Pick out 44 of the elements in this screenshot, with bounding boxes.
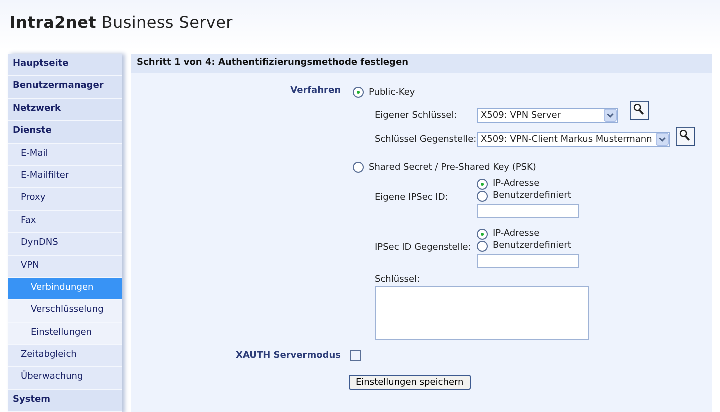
sidebar-item[interactable]: System (8, 390, 122, 412)
search-icon[interactable] (630, 101, 649, 120)
sidebar-item[interactable]: E-Mailfilter (8, 166, 122, 188)
select-dropdown[interactable]: X509: VPN Server (477, 108, 618, 123)
sidebar-item[interactable]: Überwachung (8, 367, 122, 390)
field-label: Eigener Schlüssel: (375, 110, 458, 120)
input-field[interactable] (477, 204, 579, 218)
radio-label: IP-Adresse (493, 229, 540, 239)
search-icon[interactable] (676, 127, 695, 146)
sidebar-item[interactable]: Hauptseite (8, 54, 122, 76)
step-title: Schritt 1 von 4: Authentifizierungsmethode festlegen (131, 54, 712, 73)
brand-title: Intra2net Business Server (10, 13, 233, 32)
radio-button[interactable] (353, 87, 364, 98)
radio-button[interactable] (477, 190, 488, 202)
xauth-label: XAUTH Servermodus (235, 350, 342, 360)
radio-button[interactable] (477, 178, 488, 190)
field-label: Eigene IPSec ID: (375, 193, 450, 203)
input-field[interactable] (477, 254, 579, 268)
method-label: Verfahren (290, 86, 342, 98)
sidebar-item[interactable]: E-Mail (8, 144, 122, 166)
checkbox[interactable] (350, 350, 361, 361)
sidebar-item[interactable]: Einstellungen (8, 322, 122, 346)
radio-button[interactable] (477, 240, 488, 252)
sidebar-item[interactable]: DynDNS (8, 233, 122, 256)
radio-label: Benutzerdefiniert (493, 241, 572, 251)
select-dropdown[interactable]: X509: VPN-Client Markus Mustermann (477, 132, 670, 147)
sidebar-item[interactable]: Zeitabgleich (8, 345, 122, 368)
sidebar-item[interactable]: Netzwerk (8, 98, 122, 122)
save-button[interactable]: Einstellungen speichern (349, 375, 471, 390)
field-label: Schlüssel: (375, 275, 420, 285)
sidebar-item[interactable]: Verschlüsselung (8, 300, 122, 323)
radio-button[interactable] (353, 162, 364, 173)
radio-label: IP-Adresse (493, 179, 540, 189)
sidebar-item[interactable]: Proxy (8, 188, 122, 211)
radio-label: Benutzerdefiniert (493, 191, 572, 201)
sidebar-item[interactable]: Fax (8, 210, 122, 234)
sidebar-item[interactable]: VPN (8, 256, 122, 278)
sidebar-item[interactable]: Dienste (8, 121, 122, 144)
field-label: Schlüssel Gegenstelle: (375, 134, 477, 144)
radio-label: Shared Secret / Pre-Shared Key (PSK) (369, 162, 536, 172)
sidebar-item[interactable]: Benutzermanager (8, 76, 122, 99)
radio-label: Public-Key (369, 88, 416, 98)
field-label: IPSec ID Gegenstelle: (375, 243, 472, 253)
radio-button[interactable] (477, 228, 488, 240)
